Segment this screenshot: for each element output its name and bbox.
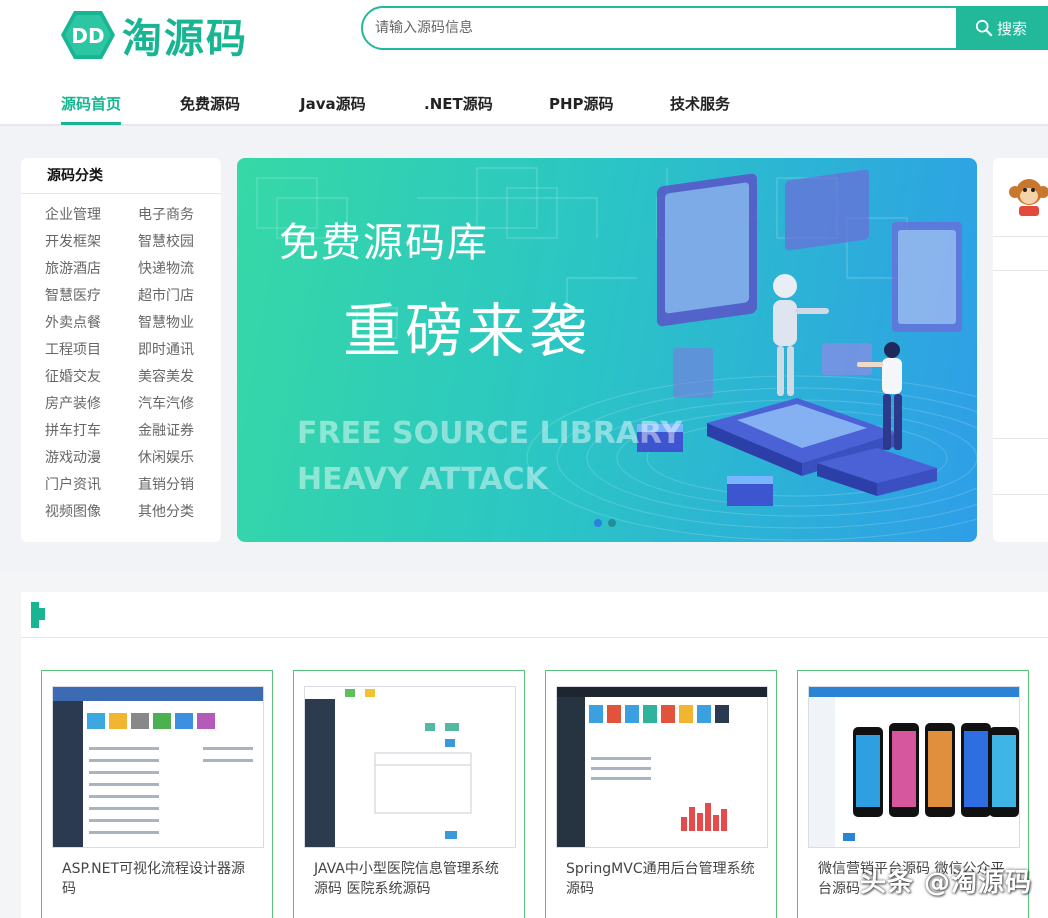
product-thumbnail xyxy=(556,686,768,848)
carousel-dots xyxy=(594,519,616,527)
product-card[interactable]: ASP.NET可视化流程设计器源码 xyxy=(41,670,273,918)
category-item[interactable]: 直销分销 xyxy=(138,472,218,499)
divider xyxy=(993,270,1048,271)
category-item[interactable]: 休闲娱乐 xyxy=(138,445,218,472)
site-header: DD 淘源码 搜索 源码首页 免费源码 Java源码 .NET源码 PHP源码 … xyxy=(0,0,1048,126)
logo-text: 淘源码 xyxy=(122,16,248,62)
logo-mark-text: DD xyxy=(71,24,104,48)
main-nav: 源码首页 免费源码 Java源码 .NET源码 PHP源码 技术服务 xyxy=(0,84,1048,125)
category-item[interactable]: 即时通讯 xyxy=(138,337,218,364)
category-item[interactable]: 开发框架 xyxy=(45,229,138,256)
nav-dotnet-source[interactable]: .NET源码 xyxy=(424,84,493,124)
section-marker-tick xyxy=(39,608,45,620)
category-item[interactable]: 企业管理 xyxy=(45,202,138,229)
section-marker xyxy=(31,602,39,628)
banner-english-line1: FREE SOURCE LIBRARY xyxy=(297,416,683,451)
nav-php-source[interactable]: PHP源码 xyxy=(549,84,614,124)
banner-title-small: 免费源码库 xyxy=(279,220,489,266)
product-title[interactable]: JAVA中小型医院信息管理系统源码 医院系统源码 xyxy=(314,859,510,899)
category-item[interactable]: 征婚交友 xyxy=(45,364,138,391)
category-item[interactable]: 金融证券 xyxy=(138,418,218,445)
category-item[interactable]: 游戏动漫 xyxy=(45,445,138,472)
divider xyxy=(993,494,1048,495)
product-card[interactable]: SpringMVC通用后台管理系统源码 xyxy=(545,670,777,918)
category-item[interactable]: 智慧校园 xyxy=(138,229,218,256)
logo-hexagon-icon: DD xyxy=(60,9,116,61)
user-panel xyxy=(993,158,1048,542)
search-bar: 搜索 xyxy=(361,6,1048,50)
category-item[interactable]: 汽车汽修 xyxy=(138,391,218,418)
site-logo[interactable]: DD 淘源码 xyxy=(60,6,248,64)
category-item[interactable]: 超市门店 xyxy=(138,283,218,310)
product-thumbnail xyxy=(52,686,264,848)
banner-english-line2: HEAVY ATTACK xyxy=(297,462,548,497)
product-card[interactable]: JAVA中小型医院信息管理系统源码 医院系统源码 xyxy=(293,670,525,918)
category-item[interactable]: 其他分类 xyxy=(138,499,218,526)
category-item[interactable]: 美容美发 xyxy=(138,364,218,391)
hero-banner[interactable]: 免费源码库 重磅来袭 FREE SOURCE LIBRARY HEAVY ATT… xyxy=(237,158,977,542)
banner-title-large: 重磅来袭 xyxy=(343,297,592,365)
category-item[interactable]: 视频图像 xyxy=(45,499,138,526)
product-thumbnail xyxy=(304,686,516,848)
category-item[interactable]: 工程项目 xyxy=(45,337,138,364)
category-title: 源码分类 xyxy=(21,158,221,194)
nav-free-source[interactable]: 免费源码 xyxy=(180,84,240,124)
category-item[interactable]: 拼车打车 xyxy=(45,418,138,445)
watermark-text: 头条 @淘源码 xyxy=(860,868,1033,898)
nav-java-source[interactable]: Java源码 xyxy=(300,84,366,124)
category-item[interactable]: 门户资讯 xyxy=(45,472,138,499)
category-item[interactable]: 电子商务 xyxy=(138,202,218,229)
category-item[interactable]: 智慧医疗 xyxy=(45,283,138,310)
product-title[interactable]: SpringMVC通用后台管理系统源码 xyxy=(566,859,762,899)
search-icon xyxy=(975,19,993,37)
divider xyxy=(993,236,1048,237)
product-thumbnail xyxy=(808,686,1020,848)
category-item[interactable]: 快递物流 xyxy=(138,256,218,283)
category-item[interactable]: 房产装修 xyxy=(45,391,138,418)
category-list: 企业管理 电子商务 开发框架 智慧校园 旅游酒店 快递物流 智慧医疗 超市门店 … xyxy=(45,202,221,526)
search-button-label: 搜索 xyxy=(996,19,1027,38)
category-item[interactable]: 外卖点餐 xyxy=(45,310,138,337)
nav-home[interactable]: 源码首页 xyxy=(61,84,122,125)
product-title[interactable]: ASP.NET可视化流程设计器源码 xyxy=(62,859,258,899)
category-item[interactable]: 智慧物业 xyxy=(138,310,218,337)
section-header xyxy=(21,592,1048,638)
search-input[interactable] xyxy=(363,8,960,48)
carousel-dot-1[interactable] xyxy=(594,519,602,527)
category-panel: 源码分类 企业管理 电子商务 开发框架 智慧校园 旅游酒店 快递物流 智慧医疗 … xyxy=(21,158,221,542)
monkey-avatar-icon xyxy=(1009,179,1048,216)
category-item[interactable]: 旅游酒店 xyxy=(45,256,138,283)
nav-tech-service[interactable]: 技术服务 xyxy=(670,84,730,124)
divider xyxy=(993,438,1048,439)
search-button[interactable]: 搜索 xyxy=(956,8,1046,48)
carousel-dot-2[interactable] xyxy=(608,519,616,527)
